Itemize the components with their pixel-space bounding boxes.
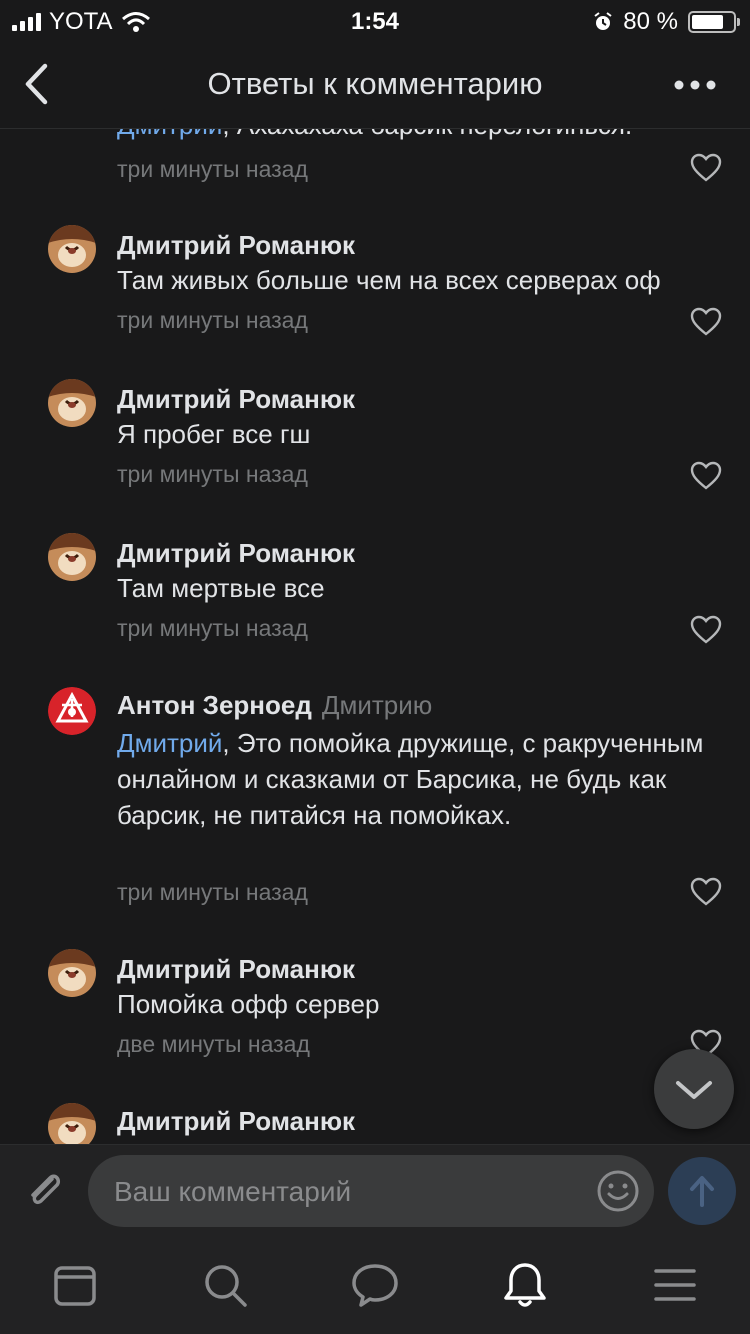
comment-time: три минуты назад <box>117 461 308 487</box>
comment-author[interactable]: Дмитрий Романюк <box>117 954 355 985</box>
page-title: Ответы к комментарию <box>207 66 543 101</box>
heart-icon[interactable] <box>690 461 722 491</box>
alarm-icon <box>594 12 612 30</box>
comment-text: Там живых больше чем на всех серверах оф <box>117 265 661 295</box>
smile-icon[interactable] <box>596 1169 640 1213</box>
scroll-down-button[interactable] <box>654 1049 734 1129</box>
comment-text: Я пробег все гш <box>117 419 311 449</box>
comment-composer <box>0 1144 750 1237</box>
comment-time: три минуты назад <box>117 307 308 333</box>
avatar[interactable] <box>48 687 96 735</box>
comment-author[interactable]: Дмитрий Романюк <box>117 230 355 261</box>
comment-author[interactable]: Дмитрий Романюк <box>117 1106 355 1137</box>
comment-author[interactable]: Антон Зерноед Дмитрию <box>117 690 432 721</box>
messages-icon[interactable] <box>350 1260 400 1310</box>
comment-time: две минуты назад <box>117 1031 310 1057</box>
comment-input-container <box>88 1155 654 1229</box>
avatar[interactable] <box>48 1103 96 1144</box>
avatar[interactable] <box>48 533 96 581</box>
avatar[interactable] <box>48 379 96 427</box>
battery-icon <box>688 11 740 33</box>
paperclip-icon[interactable] <box>22 1167 68 1213</box>
battery-percent: 80 % <box>623 8 678 35</box>
avatar[interactable] <box>48 949 96 997</box>
comment-text: Дмитрий, Ахахахаха барсик перелогинься. <box>117 129 727 143</box>
more-horizontal-icon[interactable] <box>670 70 720 100</box>
heart-icon[interactable] <box>690 877 722 907</box>
comment-author[interactable]: Дмитрий Романюк <box>117 538 355 569</box>
status-bar: YOTA 1:54 80 % <box>0 0 750 40</box>
comment-text: Дмитрий, Это помойка дружище, с ракручен… <box>117 728 704 830</box>
menu-icon[interactable] <box>650 1260 700 1310</box>
heart-icon[interactable] <box>690 153 722 183</box>
comment-text: Помойка офф сервер <box>117 989 380 1019</box>
tab-bar <box>0 1236 750 1334</box>
chevron-down-icon <box>676 1081 712 1099</box>
heart-icon[interactable] <box>690 615 722 645</box>
notifications-icon[interactable] <box>500 1260 550 1310</box>
comment-author[interactable]: Дмитрий Романюк <box>117 384 355 415</box>
comment-time: три минуты назад <box>117 156 308 182</box>
comments-feed[interactable]: Дмитрий, Ахахахаха барсик перелогинься. … <box>0 129 750 1144</box>
arrow-up-icon <box>690 1176 714 1207</box>
navigation-bar: Ответы к комментарию <box>0 40 750 129</box>
news-icon[interactable] <box>50 1260 100 1310</box>
mention-link[interactable]: Дмитрий <box>117 129 222 140</box>
search-icon[interactable] <box>200 1260 250 1310</box>
comment-text: Там мертвые все <box>117 573 325 603</box>
mention-link[interactable]: Дмитрий <box>117 728 222 758</box>
avatar[interactable] <box>48 225 96 273</box>
reply-to-label[interactable]: Дмитрию <box>322 690 432 720</box>
comment-input[interactable] <box>112 1155 586 1229</box>
comment-time: три минуты назад <box>117 879 308 905</box>
send-button[interactable] <box>668 1157 736 1225</box>
comment-time: три минуты назад <box>117 615 308 641</box>
heart-icon[interactable] <box>690 307 722 337</box>
